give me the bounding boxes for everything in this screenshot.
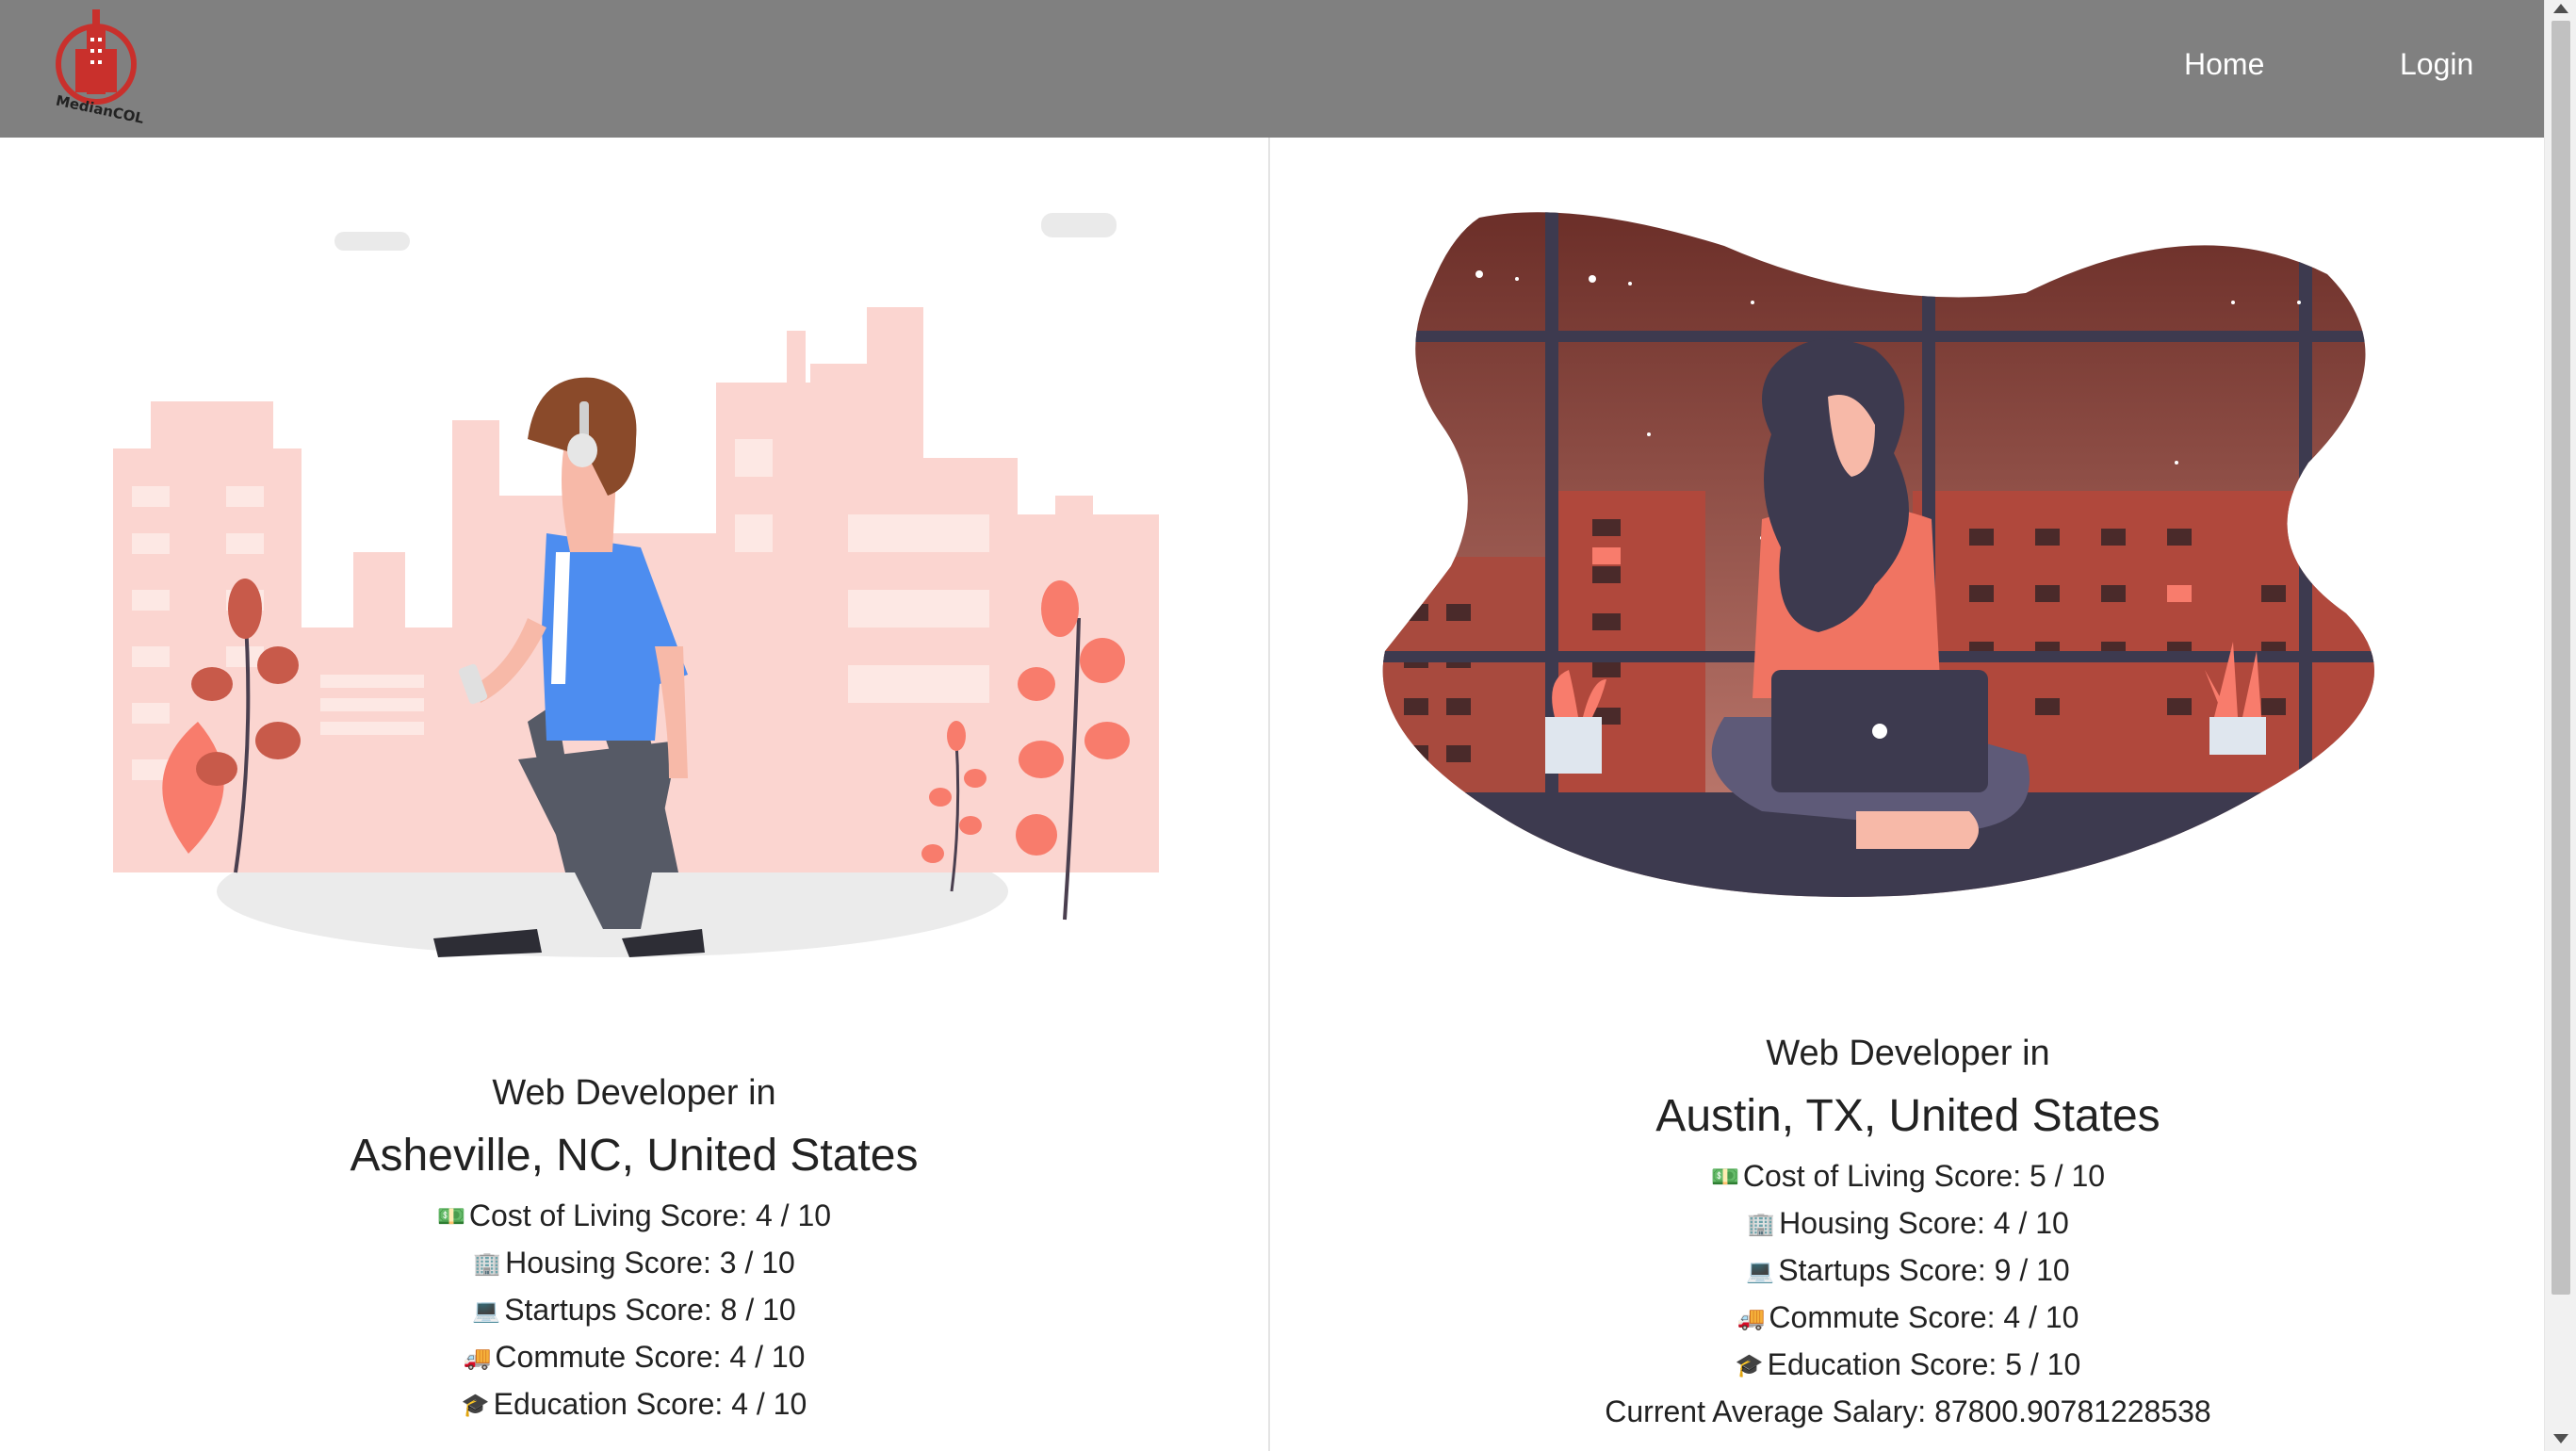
money-icon: 💵 [436, 1204, 465, 1230]
graduation-cap-icon: 🎓 [461, 1393, 490, 1418]
walking-man-illustration [113, 213, 1159, 957]
graduation-cap-icon: 🎓 [1735, 1353, 1764, 1378]
score-education: 🎓 Education Score: 4 / 10 [461, 1387, 807, 1421]
city-card-right: Web Developer in Austin, TX, United Stat… [1272, 138, 2544, 1451]
truck-icon: 🚚 [463, 1345, 492, 1371]
nav-login-link[interactable]: Login [2400, 47, 2473, 82]
scroll-up-icon[interactable] [2553, 4, 2568, 13]
city-info-left: Web Developer in Asheville, NC, United S… [0, 1067, 1268, 1428]
score-commute: 🚚 Commute Score: 4 / 10 [463, 1340, 806, 1374]
scrollbar-thumb[interactable] [2552, 21, 2570, 1295]
building-icon: 🏢 [1747, 1212, 1776, 1237]
woman-laptop-illustration [1382, 212, 2374, 898]
nav-home-link[interactable]: Home [2184, 47, 2264, 82]
money-icon: 💵 [1710, 1165, 1739, 1190]
score-housing: 🏢 Housing Score: 4 / 10 [1747, 1206, 2069, 1240]
score-startups: 💻 Startups Score: 9 / 10 [1746, 1253, 2070, 1287]
score-housing: 🏢 Housing Score: 3 / 10 [473, 1246, 795, 1280]
city-title: Asheville, NC, United States [350, 1131, 919, 1181]
score-startups: 💻 Startups Score: 8 / 10 [472, 1293, 796, 1327]
score-cost-of-living: 💵 Cost of Living Score: 4 / 10 [436, 1198, 832, 1232]
average-salary: Current Average Salary: 87800.9078122853… [1605, 1394, 2211, 1428]
role-heading: Web Developer in [492, 1073, 776, 1113]
terminal-icon: 💻 [1746, 1259, 1775, 1284]
building-icon: 🏢 [473, 1251, 502, 1277]
top-navbar: MedianCOL Home Login [0, 0, 2576, 138]
svg-text:MedianCOL: MedianCOL [55, 92, 146, 127]
city-card-left: Web Developer in Asheville, NC, United S… [0, 138, 1270, 1451]
terminal-icon: 💻 [472, 1298, 501, 1324]
scroll-down-icon[interactable] [2553, 1434, 2568, 1443]
score-commute: 🚚 Commute Score: 4 / 10 [1736, 1300, 2079, 1334]
truck-icon: 🚚 [1736, 1306, 1766, 1331]
city-title: Austin, TX, United States [1655, 1091, 2160, 1141]
vertical-scrollbar[interactable] [2544, 0, 2576, 1451]
mediancol-logo[interactable]: MedianCOL [38, 0, 160, 138]
city-info-right: Web Developer in Austin, TX, United Stat… [1272, 1027, 2544, 1434]
score-education: 🎓 Education Score: 5 / 10 [1735, 1347, 2081, 1381]
score-cost-of-living: 💵 Cost of Living Score: 5 / 10 [1710, 1159, 2106, 1193]
role-heading: Web Developer in [1766, 1034, 2050, 1073]
